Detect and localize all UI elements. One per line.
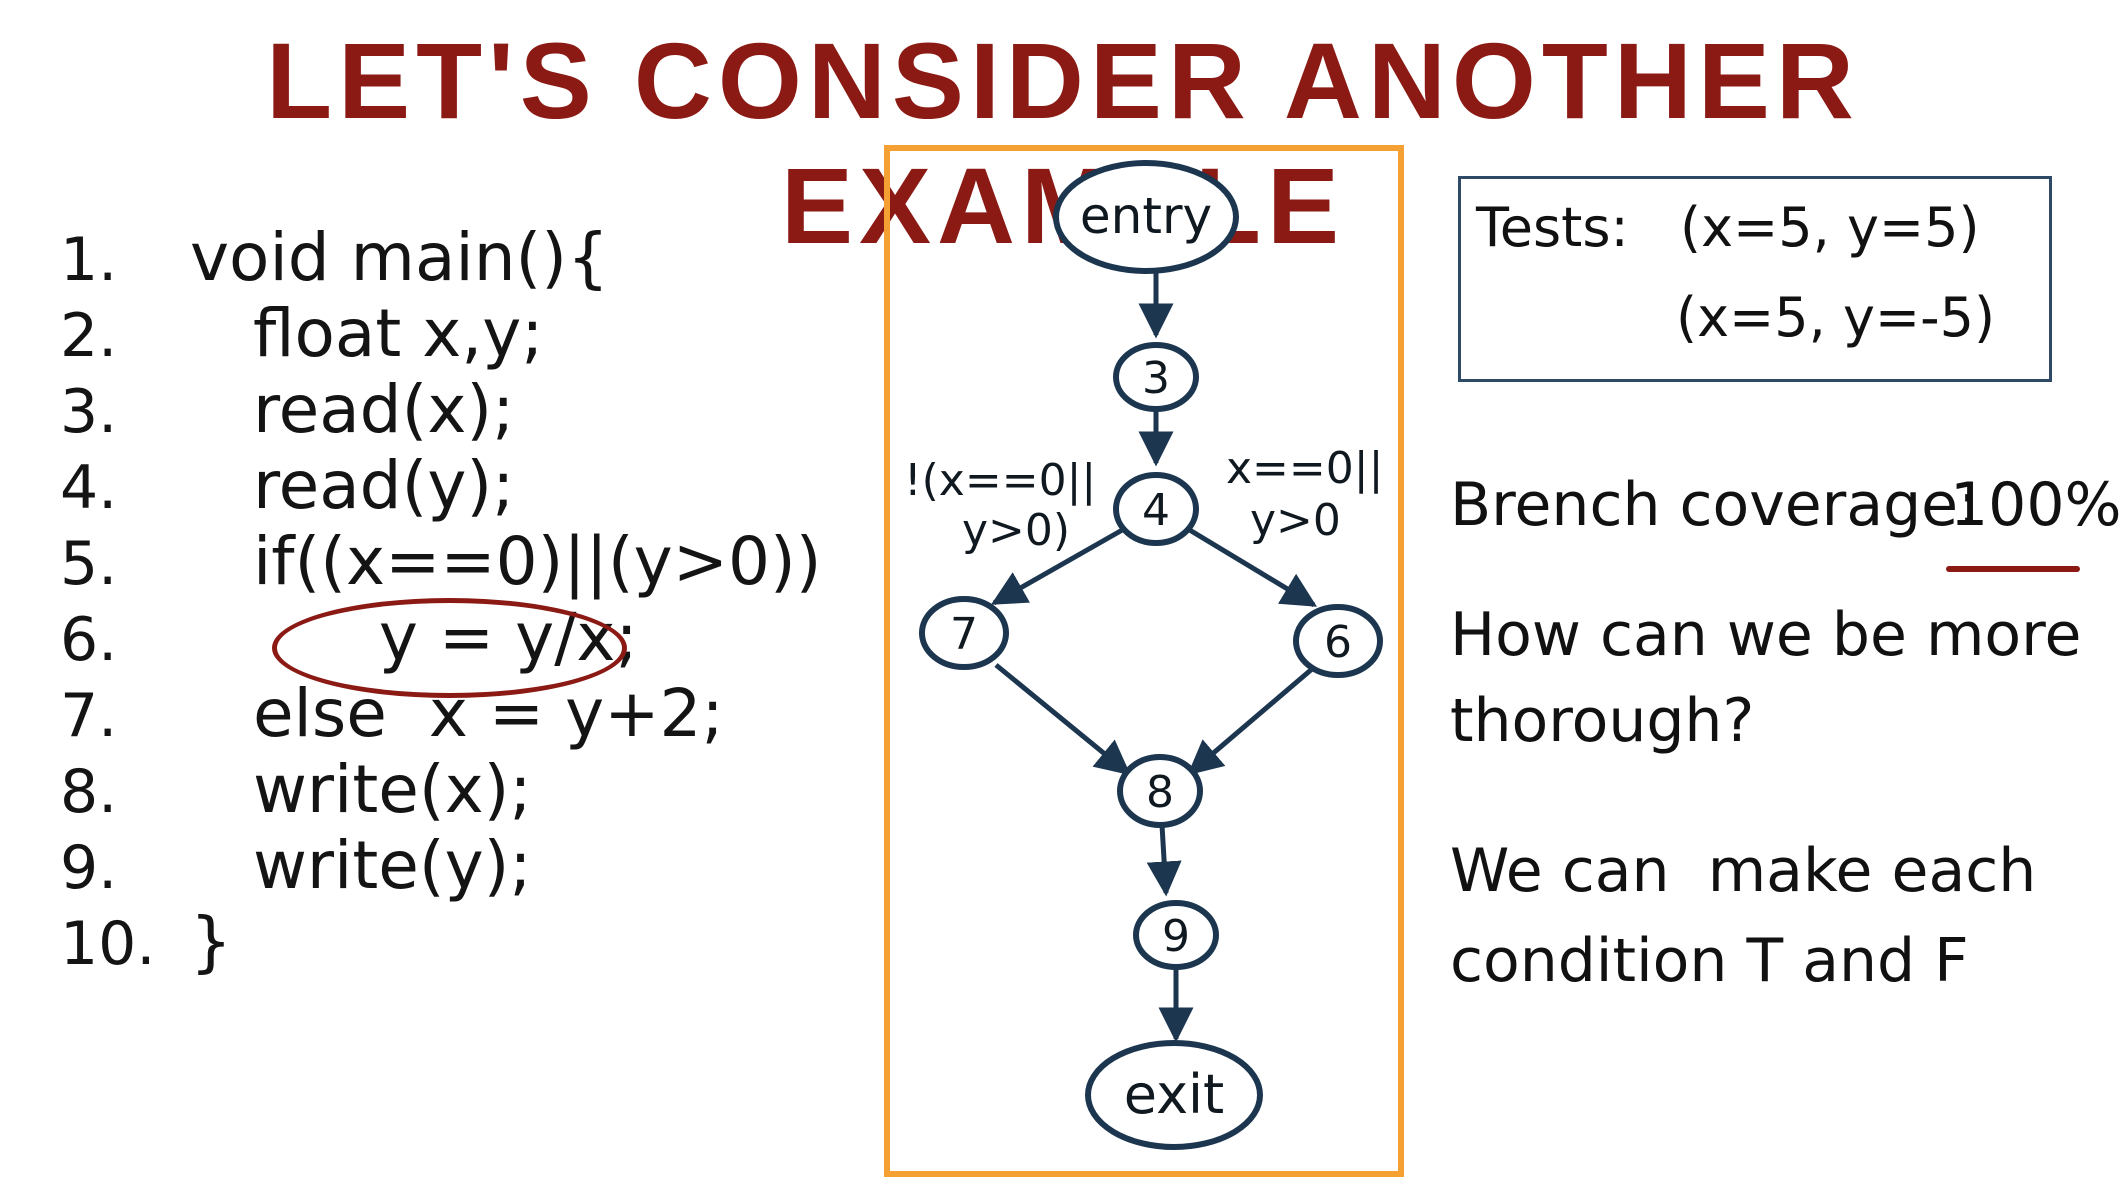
- true-branch-label: y>0: [1250, 495, 1341, 546]
- code-text: write(y);: [190, 827, 532, 904]
- code-line: 10.}: [60, 904, 860, 980]
- line-number: 3.: [60, 377, 118, 447]
- node-7-label: 7: [950, 609, 978, 660]
- answer-text: We can make each: [1450, 836, 2037, 906]
- true-branch-label: x==0||: [1226, 443, 1383, 494]
- node-3-label: 3: [1142, 353, 1170, 404]
- line-number: 2.: [60, 301, 118, 371]
- line-number: 10.: [60, 909, 156, 979]
- test-case: (x=5, y=-5): [1676, 286, 1996, 349]
- highlight-circle: [272, 598, 627, 698]
- node-8-label: 8: [1146, 767, 1174, 818]
- line-number: 7.: [60, 681, 118, 751]
- control-flow-graph: entry 3 4 7 6 8 9 exit !(x==0|| y>0) x==…: [904, 160, 1383, 1150]
- edge-8-9: [1146, 824, 1182, 897]
- underline-mark: [1946, 566, 2080, 572]
- test-case: (x=5, y=5): [1680, 196, 1980, 259]
- edge-6-8: [1187, 667, 1314, 776]
- line-number: 9.: [60, 833, 118, 903]
- code-line: 5. if((x==0)||(y>0)): [60, 524, 860, 600]
- node-4-label: 4: [1142, 485, 1170, 536]
- question-text: thorough?: [1450, 686, 1755, 756]
- code-line: 3. read(x);: [60, 372, 860, 448]
- false-branch-label: !(x==0||: [904, 455, 1096, 506]
- code-text: if((x==0)||(y>0)): [190, 523, 822, 600]
- answer-text: condition T and F: [1450, 926, 1969, 996]
- code-line: 1. void main(){: [60, 220, 860, 296]
- node-6-label: 6: [1324, 617, 1352, 668]
- node-exit-label: exit: [1124, 1063, 1224, 1126]
- node-9-label: 9: [1162, 911, 1190, 962]
- edge-7-8: [994, 663, 1131, 776]
- line-number: 5.: [60, 529, 118, 599]
- code-line: 8. write(x);: [60, 752, 860, 828]
- code-line: 2. float x,y;: [60, 296, 860, 372]
- question-text: How can we be more: [1450, 600, 2082, 670]
- tests-label: Tests:: [1476, 196, 1629, 259]
- line-number: 8.: [60, 757, 118, 827]
- code-text: float x,y;: [190, 295, 544, 372]
- false-branch-label: y>0): [962, 505, 1070, 556]
- line-number: 4.: [60, 453, 118, 523]
- code-text: }: [190, 903, 232, 980]
- code-text: void main(){: [190, 219, 610, 296]
- node-entry-label: entry: [1080, 187, 1212, 245]
- code-line: 4. read(y);: [60, 448, 860, 524]
- line-number: 6.: [60, 605, 118, 675]
- code-text: read(x);: [190, 371, 515, 448]
- code-line: 9. write(y);: [60, 828, 860, 904]
- code-text: write(x);: [190, 751, 532, 828]
- branch-coverage-value: 100%: [1950, 470, 2122, 540]
- branch-coverage-label: Brench coverage:: [1450, 470, 1979, 540]
- code-text: read(y);: [190, 447, 515, 524]
- line-number: 1.: [60, 225, 118, 295]
